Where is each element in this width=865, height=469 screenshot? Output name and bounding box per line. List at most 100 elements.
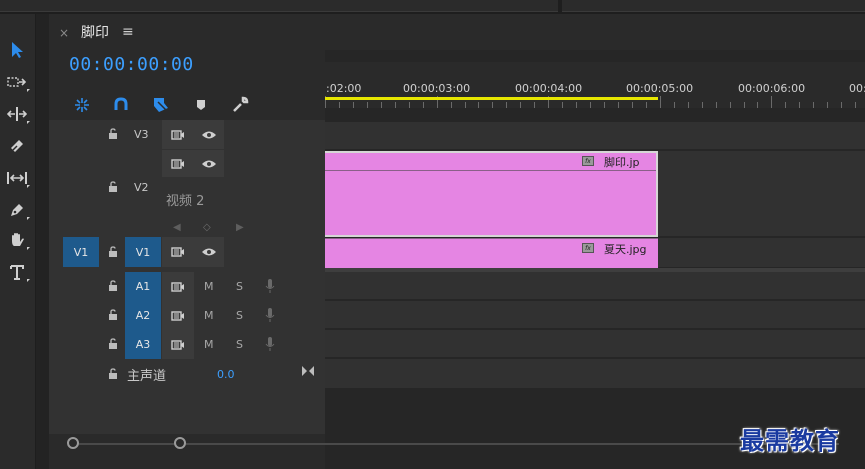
track-target-a3[interactable]: A3 [125,330,161,359]
clip-summer[interactable]: fx 夏天.jpg [325,238,658,268]
type-tool[interactable] [3,258,31,286]
lock-open-icon[interactable] [107,128,119,140]
track-header-v3: V3 [49,120,325,149]
add-marker-icon [154,98,168,112]
toggle-sync-lock-v3[interactable] [162,120,194,149]
lock-open-icon[interactable] [107,368,119,380]
zoom-scrollbar-left-handle[interactable] [67,437,79,449]
ruler-tick [464,102,466,108]
snap-button[interactable] [110,94,132,116]
ripple-edit-tool[interactable] [3,100,31,128]
linked-selection-icon [114,97,128,110]
slip-icon [7,172,27,184]
work-area-bar[interactable] [325,97,658,100]
hand-tool[interactable] [3,226,31,254]
mute-track-a2[interactable]: M [204,309,214,322]
track-lane-v3[interactable] [325,122,865,150]
master-collapse-icon[interactable] [301,365,315,377]
microphone-icon[interactable] [265,278,275,294]
track-target-v1[interactable]: V1 [125,237,161,267]
ruler-tick [827,102,829,108]
solo-track-a2[interactable]: S [236,309,243,322]
toggle-track-output-v3[interactable] [194,120,224,149]
nest-sequence-button[interactable] [71,94,93,116]
ruler-tick [562,102,564,108]
track-lane-a1[interactable] [325,272,865,300]
top-panel-right [562,0,865,12]
ruler-tick [534,102,536,108]
track-header-v2: V2 视频 2 ◀ ◇ ▶ [49,149,325,237]
mute-track-a1[interactable]: M [204,280,214,293]
zoom-scrollbar-right-handle[interactable] [174,437,186,449]
microphone-icon[interactable] [265,307,275,323]
next-keyframe-icon[interactable]: ▶ [236,222,244,233]
track-select-forward-tool[interactable] [3,68,31,96]
tool-flyout-corner [27,185,30,188]
selection-tool-icon [12,42,23,58]
toggle-sync-lock-v1[interactable] [162,237,194,267]
ruler-tick [576,102,578,108]
prev-keyframe-icon[interactable]: ◀ [173,222,181,233]
razor-icon [11,140,23,152]
time-ruler[interactable]: :02:00 00:00:03:00 00:00:04:00 00:00:05:… [325,62,865,108]
lock-open-icon[interactable] [107,181,119,193]
slip-tool[interactable] [3,164,31,192]
lock-open-icon[interactable] [107,280,119,292]
toggle-sync-lock-v2[interactable] [162,150,194,177]
filmstrip-icon [171,247,184,257]
playhead-timecode[interactable]: 00:00:00:00 [69,54,194,75]
track-target-a1[interactable]: A1 [125,272,161,301]
timeline-area[interactable]: :02:00 00:00:03:00 00:00:04:00 00:00:05:… [325,50,865,469]
track-header-a1: A1 M S [49,272,325,301]
track-target-a2[interactable]: A2 [125,301,161,330]
mute-track-a3[interactable]: M [204,338,214,351]
lock-open-icon[interactable] [107,246,119,258]
ruler-tick [450,102,452,108]
pen-tool[interactable] [3,196,31,224]
toggle-sync-lock-a3[interactable] [162,330,194,359]
lock-open-icon[interactable] [107,338,119,350]
tool-flyout-corner [27,279,30,282]
track-select-forward-icon [7,77,27,87]
lock-open-icon[interactable] [107,309,119,321]
track-lane-master[interactable] [325,359,865,389]
solo-track-a1[interactable]: S [236,280,243,293]
ruler-tick [520,102,522,108]
source-patch-v1[interactable]: V1 [63,237,99,267]
track-headers: V3 V2 视频 2 ◀ ◇ ▶ V1 V1 A1 M S A2 M S A3 … [49,120,325,434]
sequence-tab-title[interactable]: 脚印 [81,22,109,42]
tool-flyout-corner [27,89,30,92]
track-lane-a2[interactable] [325,301,865,329]
microphone-icon[interactable] [265,336,275,352]
toggle-sync-lock-a1[interactable] [162,272,194,301]
ruler-label: 00:0 [849,82,865,95]
panel-menu-icon[interactable]: ≡ [122,24,134,40]
track-label-v3[interactable]: V3 [134,128,149,141]
track-name-v2[interactable]: 视频 2 [166,190,204,209]
ruler-tick [408,102,410,108]
top-panel-left [0,0,558,12]
clip-divider [325,238,658,239]
toggle-track-output-v1[interactable] [194,237,224,267]
selection-tool[interactable] [3,36,31,64]
tool-flyout-corner [27,121,30,124]
razor-tool[interactable] [3,132,31,160]
ruler-tick [366,102,368,108]
timeline-panel: × 脚印 ≡ 00:00:00:00 V3 V2 视频 2 ◀ ◇ ▶ V1 V… [49,14,865,469]
master-volume-value[interactable]: 0.0 [217,368,235,381]
clip-footprint[interactable]: fx 脚印.jp [325,151,658,237]
ruler-tick [590,102,592,108]
ruler-tick [380,102,382,108]
toggle-track-output-v2[interactable] [194,150,224,177]
add-keyframe-icon[interactable]: ◇ [203,222,211,233]
linked-selection-button[interactable] [150,94,172,116]
timeline-settings-button[interactable] [229,94,251,116]
video-audio-divider[interactable] [325,268,865,272]
type-icon [10,265,24,280]
toggle-sync-lock-a2[interactable] [162,301,194,330]
add-marker-button[interactable] [190,94,212,116]
solo-track-a3[interactable]: S [236,338,243,351]
track-label-v2[interactable]: V2 [134,181,149,194]
track-lane-a3[interactable] [325,330,865,358]
close-tab-button[interactable]: × [59,26,69,40]
